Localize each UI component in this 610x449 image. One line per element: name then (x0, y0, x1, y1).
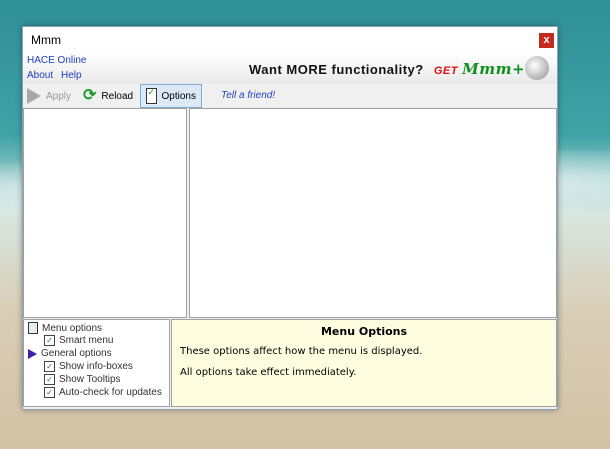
tree-item-label: General options (41, 348, 112, 359)
info-panel: Menu Options These options affect how th… (171, 319, 557, 407)
info-title: Menu Options (320, 325, 408, 338)
info-text-line-2: All options take effect immediately. (180, 367, 357, 378)
apply-label: Apply (46, 90, 72, 102)
mmm-plus-logo: Mmm+ (462, 60, 526, 78)
close-button[interactable]: x (539, 33, 554, 48)
tree-item-smart-menu[interactable]: ✓ Smart menu (44, 335, 113, 346)
info-text-line-1: These options affect how the menu is dis… (180, 346, 423, 357)
checkbox-checked-icon[interactable]: ✓ (44, 387, 55, 398)
play-icon (27, 88, 41, 104)
checkbox-checked-icon[interactable]: ✓ (44, 374, 55, 385)
tree-item-label: Show Tooltips (59, 374, 121, 385)
left-pane[interactable] (23, 108, 187, 318)
options-label: Options (161, 90, 196, 102)
promo-text: Want MORE functionality? (249, 62, 424, 77)
title-bar[interactable]: Mmm x (23, 27, 557, 52)
reload-button[interactable]: ⟳ Reload (83, 84, 133, 108)
tree-item-show-info-boxes[interactable]: ✓ Show info-boxes (44, 361, 133, 372)
tree-item-menu-options[interactable]: Menu options (28, 322, 102, 334)
arrow-icon (28, 348, 37, 359)
promo-banner[interactable]: Want MORE functionality? GET Mmm+ (249, 60, 525, 78)
right-pane[interactable] (189, 108, 557, 318)
checkbox-checked-icon[interactable]: ✓ (44, 361, 55, 372)
toolbar: Apply ⟳ Reload ✓ Options Tell a friend! (23, 84, 557, 108)
tell-a-friend-link[interactable]: Tell a friend! (221, 90, 275, 101)
reload-icon: ⟳ (83, 87, 97, 104)
tree-item-label: Smart menu (59, 335, 114, 346)
checkbox-checked-icon[interactable]: ✓ (44, 335, 55, 346)
tree-item-label: Menu options (42, 322, 103, 334)
reload-label: Reload (101, 90, 134, 102)
tree-item-label: Show info-boxes (59, 361, 133, 372)
banner: HACE Online About Help Want MORE functio… (23, 52, 557, 84)
options-button[interactable]: ✓ Options (140, 84, 202, 108)
hace-online-link[interactable]: HACE Online (27, 55, 86, 66)
about-link[interactable]: About (27, 70, 53, 81)
menu-icon (28, 322, 38, 334)
options-tree: Menu options ✓ Smart menu General option… (23, 319, 170, 407)
apply-button[interactable]: Apply (27, 84, 71, 108)
tree-item-auto-check-updates[interactable]: ✓ Auto-check for updates (44, 387, 162, 398)
tree-item-show-tooltips[interactable]: ✓ Show Tooltips (44, 374, 121, 385)
app-window: Mmm x HACE Online About Help Want MORE f… (22, 26, 558, 410)
window-title: Mmm (31, 33, 61, 47)
tree-item-label: Auto-check for updates (59, 387, 162, 398)
options-icon: ✓ (146, 88, 157, 104)
tree-item-general-options[interactable]: General options (28, 348, 112, 359)
promo-get: GET (433, 65, 458, 77)
globe-icon (525, 56, 549, 80)
help-link[interactable]: Help (61, 70, 82, 81)
